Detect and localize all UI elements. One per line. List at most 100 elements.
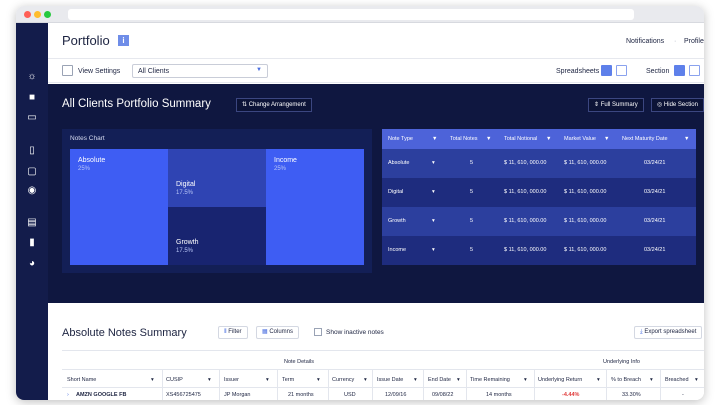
column-divider	[277, 369, 278, 400]
columns-icon: ▦	[262, 329, 268, 335]
column-breached[interactable]: Breached	[665, 377, 689, 383]
column-underlying-return[interactable]: Underlying Return	[538, 377, 582, 383]
column-time-remaining[interactable]: Time Remaining	[470, 377, 510, 383]
table-row[interactable]: Income ▾ 5 $ 11, 610, 000.00 $ 11, 610, …	[382, 236, 696, 265]
sort-icon[interactable]: ▾	[695, 377, 698, 383]
treemap-growth[interactable]: Growth 17.5%	[168, 207, 266, 265]
column-header[interactable]: Total Notes	[450, 136, 478, 142]
change-arrangement-label: Change Arrangement	[248, 102, 306, 108]
column-end-date[interactable]: End Date	[428, 377, 451, 383]
full-summary-label: Full Summary	[600, 102, 638, 108]
maturity-date-cell: 03/24/21	[644, 218, 666, 224]
notifications-link[interactable]: Notifications	[626, 38, 664, 45]
market-value-cell: $ 11, 610, 000.00	[564, 247, 607, 253]
sort-icon[interactable]: ▾	[266, 377, 269, 383]
close-dot[interactable]	[24, 11, 31, 18]
table-row[interactable]: Growth ▾ 5 $ 11, 610, 000.00 $ 11, 610, …	[382, 207, 696, 236]
expand-icon[interactable]	[689, 65, 700, 76]
sort-icon[interactable]: ▾	[151, 377, 154, 383]
issuer-cell: JP Morgan	[224, 392, 251, 398]
total-notional-cell: $ 11, 610, 000.00	[504, 189, 547, 195]
notes-summary-table: Note Type ▼ Total Notes ▼ Total Notional…	[382, 129, 696, 273]
filter-button[interactable]: ⫴ Filter	[218, 326, 248, 339]
sort-icon[interactable]: ▼	[684, 136, 689, 142]
column-to-breach[interactable]: % to Breach	[611, 377, 641, 383]
sort-icon[interactable]: ▾	[650, 377, 653, 383]
column-header[interactable]: Next Maturity Date	[622, 136, 668, 142]
spreadsheet-view-icon[interactable]	[601, 65, 612, 76]
address-bar[interactable]	[68, 9, 634, 20]
column-cusip[interactable]: CUSIP	[166, 377, 183, 383]
pie-chart-icon[interactable]: ◕	[26, 258, 38, 270]
filter-icon[interactable]: ▾	[432, 247, 435, 253]
sort-icon[interactable]: ▾	[364, 377, 367, 383]
sort-icon[interactable]: ▾	[317, 377, 320, 383]
column-short-name[interactable]: Short Name	[67, 377, 96, 383]
filter-icon[interactable]: ▾	[432, 160, 435, 166]
column-issue-date[interactable]: Issue Date	[377, 377, 403, 383]
change-arrangement-button[interactable]: ⇅ Change Arrangement	[236, 98, 312, 112]
column-header[interactable]: Note Type	[388, 136, 413, 142]
sort-icon[interactable]: ▼	[604, 136, 609, 142]
export-spreadsheet-button[interactable]: ⤓ Export spreadsheet	[634, 326, 703, 339]
full-summary-button[interactable]: ⇕ Full Summary	[588, 98, 644, 112]
columns-button[interactable]: ▦ Columns	[256, 326, 300, 339]
note-type-cell: Income	[388, 247, 407, 253]
sort-icon[interactable]: ▾	[457, 377, 460, 383]
sidebar: ☼ ■ ▭ ▯ ▢ ◉ ▤ ▮ ◕	[16, 23, 48, 400]
columns-label: Columns	[269, 329, 294, 335]
column-currency[interactable]: Currency	[332, 377, 354, 383]
client-select[interactable]: All Clients ▼	[132, 64, 268, 78]
filter-icon: ⫴	[224, 329, 227, 335]
treemap-income[interactable]: Income 25%	[266, 149, 364, 265]
maturity-date-cell: 03/24/21	[644, 247, 666, 253]
sort-icon[interactable]: ▼	[546, 136, 551, 142]
maximize-dot[interactable]	[44, 11, 51, 18]
sun-icon[interactable]: ☼	[26, 71, 38, 83]
sort-icon[interactable]: ▾	[597, 377, 600, 383]
section-layout-icon[interactable]	[674, 65, 685, 76]
column-divider	[606, 369, 607, 400]
export-label: Export spreadsheet	[644, 329, 697, 335]
folder-view-icon[interactable]	[616, 65, 627, 76]
underlying-return-cell: -4.44%	[562, 392, 580, 398]
treemap-absolute[interactable]: Absolute 25%	[70, 149, 168, 265]
bookmark-icon[interactable]: ▮	[26, 237, 38, 249]
expand-row-icon[interactable]: ›	[67, 392, 69, 398]
sort-icon[interactable]: ▾	[208, 377, 211, 383]
show-inactive-checkbox[interactable]	[314, 328, 322, 336]
clipboard-icon[interactable]: ▢	[26, 166, 38, 178]
column-term[interactable]: Term	[282, 377, 294, 383]
client-select-value: All Clients	[138, 68, 170, 75]
time-remaining-cell: 14 months	[486, 392, 512, 398]
grid-icon[interactable]	[62, 65, 73, 76]
minimize-dot[interactable]	[34, 11, 41, 18]
market-value-cell: $ 11, 610, 000.00	[564, 218, 607, 224]
document-icon[interactable]: ▯	[26, 145, 38, 157]
filter-icon[interactable]: ▾	[432, 218, 435, 224]
inbox-icon[interactable]: ▤	[26, 217, 38, 229]
notes-summary-header: Absolute Notes Summary ⫴ Filter ▦ Column…	[48, 303, 704, 353]
hide-section-button[interactable]: ◎ Hide Section	[651, 98, 704, 112]
total-notional-cell: $ 11, 610, 000.00	[504, 247, 547, 253]
spreadsheets-label: Spreadsheets	[556, 68, 600, 75]
table-row[interactable]: Absolute ▾ 5 $ 11, 610, 000.00 $ 11, 610…	[382, 149, 696, 178]
sort-icon[interactable]: ▼	[432, 136, 437, 142]
column-divider	[534, 369, 535, 400]
chart-label: Notes Chart	[70, 135, 105, 142]
column-header[interactable]: Total Notional	[504, 136, 537, 142]
filter-icon[interactable]: ▾	[432, 189, 435, 195]
view-settings-button[interactable]: View Settings	[78, 68, 120, 75]
info-icon[interactable]: i	[118, 35, 129, 46]
treemap-digital[interactable]: Digital 17.5%	[168, 149, 266, 207]
sort-icon[interactable]: ▾	[524, 377, 527, 383]
calendar-icon[interactable]: ▭	[26, 112, 38, 124]
sort-icon[interactable]: ▾	[414, 377, 417, 383]
profile-link[interactable]: Profile	[684, 38, 704, 45]
eye-icon[interactable]: ◉	[26, 185, 38, 197]
video-icon[interactable]: ■	[26, 92, 38, 104]
column-header[interactable]: Market Value	[564, 136, 596, 142]
table-row[interactable]: Digital ▾ 5 $ 11, 610, 000.00 $ 11, 610,…	[382, 178, 696, 207]
sort-icon[interactable]: ▼	[486, 136, 491, 142]
column-issuer[interactable]: Issuer	[224, 377, 239, 383]
